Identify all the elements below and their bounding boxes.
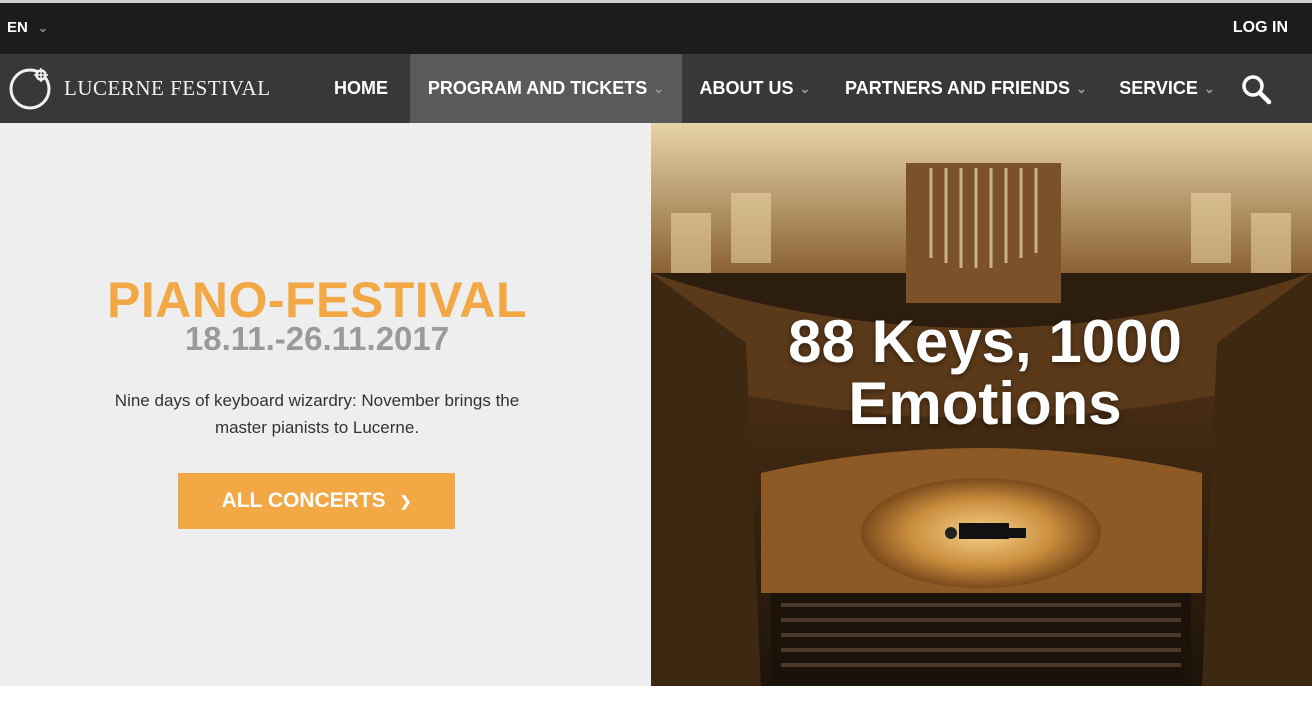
nav-item-label: ABOUT US (699, 78, 794, 98)
hero-dates: 18.11.-26.11.2017 (184, 320, 450, 357)
hero-image: 88 Keys, 1000 Emotions (651, 123, 1312, 686)
search-icon (1242, 75, 1272, 105)
language-selector[interactable]: EN ⌄ (7, 19, 48, 36)
chevron-down-icon: ❯ (399, 492, 412, 509)
nav-item-program-and-tickets[interactable]: PROGRAM AND TICKETS ⌄ (410, 54, 682, 123)
hero-title: PIANO-FESTIVAL (107, 272, 527, 328)
cta-label: ALL CONCERTS (221, 489, 386, 512)
nav-item-label: HOME (334, 78, 388, 98)
hero-description: Nine days of keyboard wizardry: November… (114, 391, 520, 437)
chevron-down-icon: ⌄ (653, 80, 665, 96)
all-concerts-button[interactable]: ALL CONCERTS ❯ (178, 473, 455, 529)
brand-name: LUCERNE FESTIVAL (64, 75, 271, 100)
nav-item-label: PROGRAM AND TICKETS (427, 78, 648, 98)
language-label: EN (7, 19, 28, 36)
festival-logo-icon (9, 68, 51, 110)
nav-item-about-us[interactable]: ABOUT US ⌄ (682, 54, 828, 123)
top-utility-bar: EN ⌄ LOG IN (0, 0, 1312, 54)
main-navigation: LUCERNE FESTIVAL HOME PROGRAM AND TICKET… (0, 54, 1312, 123)
chevron-down-icon: ⌄ (37, 20, 48, 35)
nav-item-service[interactable]: SERVICE ⌄ (1104, 54, 1230, 123)
nav-item-label: SERVICE (1119, 78, 1198, 98)
nav-item-home[interactable]: HOME (312, 54, 410, 123)
chevron-down-icon: ⌄ (799, 80, 811, 96)
brand-logo[interactable]: LUCERNE FESTIVAL (8, 65, 271, 111)
chevron-down-icon: ⌄ (1203, 80, 1215, 96)
hero-text-panel: PIANO-FESTIVAL 18.11.-26.11.2017 Nine da… (0, 123, 651, 686)
nav-item-partners-and-friends[interactable]: PARTNERS AND FRIENDS ⌄ (828, 54, 1104, 123)
hero-image-headline: 88 Keys, 1000 Emotions (788, 308, 1182, 437)
nav-item-label: PARTNERS AND FRIENDS (845, 78, 1071, 98)
page-bottom-strip (0, 686, 1312, 702)
login-link[interactable]: LOG IN (1233, 19, 1288, 37)
chevron-down-icon: ⌄ (1076, 80, 1087, 96)
search-button[interactable] (1240, 73, 1280, 107)
